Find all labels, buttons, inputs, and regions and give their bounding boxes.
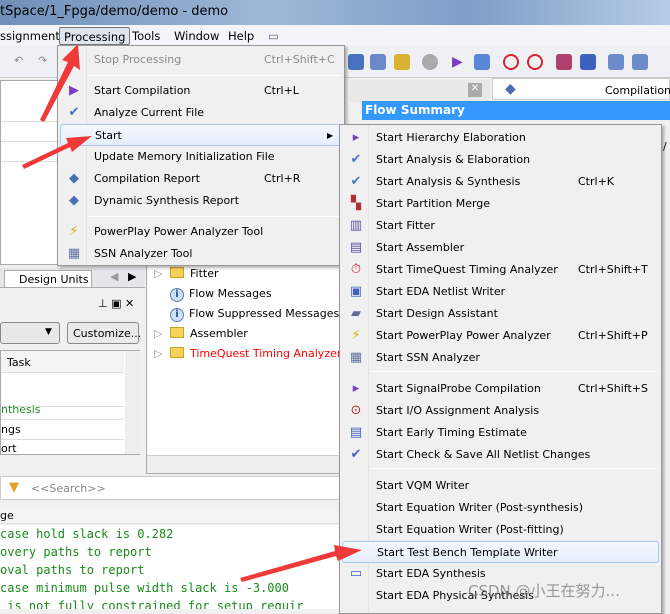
arrow-to-start — [22, 136, 92, 169]
annotation-arrows — [22, 44, 362, 582]
arrow-to-processing — [40, 44, 80, 122]
arrow-to-test-bench — [240, 545, 362, 582]
